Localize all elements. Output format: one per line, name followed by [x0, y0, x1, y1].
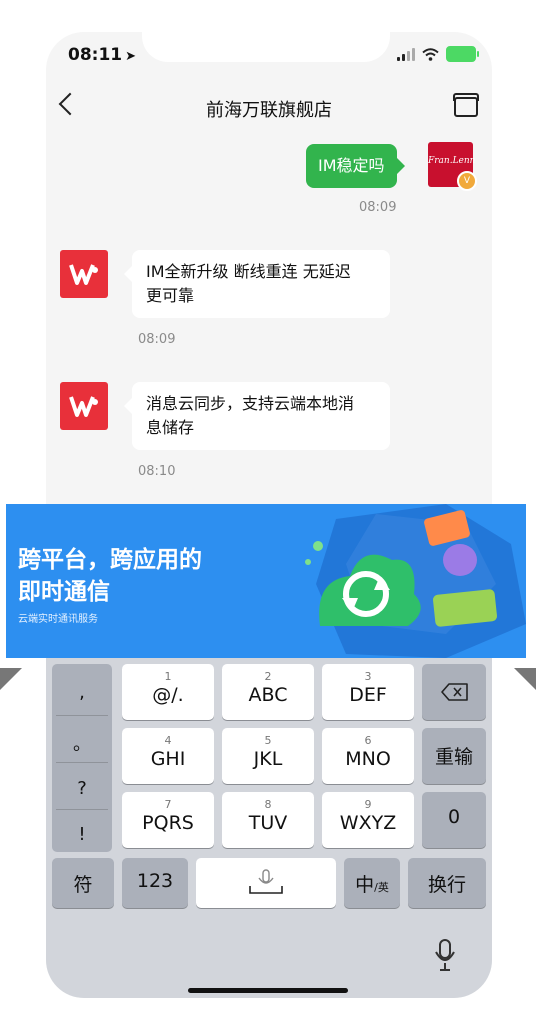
- key-1[interactable]: 1 @/.: [122, 664, 214, 720]
- keyboard: , 。 ? ! 1 @/. 2 ABC 3 DEF 4 GHI 5 JKL 6 MNO 重输…: [46, 658, 492, 998]
- location-arrow-icon: ➤: [125, 49, 137, 64]
- corner-marker: [514, 668, 536, 690]
- received-message-bubble[interactable]: IM全新升级 断线重连 无延迟 更可靠: [124, 250, 390, 318]
- punct-key[interactable]: ,: [52, 682, 112, 703]
- message-time: 08:09: [138, 332, 176, 347]
- banner-title: 跨平台，跨应用的: [18, 547, 202, 573]
- store-logo: Fran.Lenn: [428, 156, 476, 166]
- key-6[interactable]: 6 MNO: [322, 728, 414, 784]
- received-message-bubble[interactable]: 消息云同步，支持云端本地消 息储存: [124, 382, 390, 450]
- language-switch-key[interactable]: 中/英: [344, 858, 400, 908]
- home-indicator[interactable]: [188, 988, 348, 993]
- user-avatar[interactable]: [60, 250, 108, 298]
- message-time: 08:09: [359, 200, 397, 215]
- punct-key[interactable]: ?: [52, 778, 112, 799]
- banner-subtitle: 云端实时通讯服务: [18, 614, 98, 625]
- brand-logo-icon: [69, 396, 98, 417]
- status-icons: [397, 46, 479, 62]
- enter-key[interactable]: 换行: [408, 858, 486, 908]
- notch: [142, 32, 390, 62]
- signal-icon: [397, 47, 415, 61]
- shop-title: 前海万联旗舰店: [206, 100, 332, 121]
- backspace-icon: [441, 683, 468, 701]
- banner-title: 即时通信: [18, 579, 110, 605]
- battery-icon: [446, 46, 479, 62]
- store-avatar[interactable]: Fran.Lenn V: [428, 142, 477, 191]
- message-line: 更可靠: [146, 286, 195, 305]
- key-3[interactable]: 3 DEF: [322, 664, 414, 720]
- corner-marker: [0, 668, 22, 690]
- punct-key[interactable]: !: [52, 824, 112, 845]
- key-9[interactable]: 9 WXYZ: [322, 792, 414, 848]
- key-7[interactable]: 7 PQRS: [122, 792, 214, 848]
- zero-key[interactable]: 0: [422, 792, 486, 848]
- message-line: IM全新升级 断线重连 无延迟: [146, 262, 351, 281]
- verified-badge: V: [457, 171, 477, 191]
- status-time: 08:11 ➤: [68, 45, 137, 65]
- key-4[interactable]: 4 GHI: [122, 728, 214, 784]
- symbols-key[interactable]: 符: [52, 858, 114, 908]
- numbers-key[interactable]: 123: [122, 858, 188, 908]
- punctuation-column[interactable]: , 。 ? !: [52, 664, 112, 852]
- brand-logo-icon: [69, 264, 98, 285]
- promo-banner[interactable]: 跨平台，跨应用的 即时通信 云端实时通讯服务: [6, 504, 526, 658]
- key-8[interactable]: 8 TUV: [222, 792, 314, 848]
- key-5[interactable]: 5 JKL: [222, 728, 314, 784]
- reenter-key[interactable]: 重输: [422, 728, 486, 784]
- key-2[interactable]: 2 ABC: [222, 664, 314, 720]
- message-line: 消息云同步，支持云端本地消: [146, 394, 355, 413]
- microphone-icon[interactable]: [434, 938, 456, 972]
- sent-message-bubble[interactable]: IM稳定吗: [306, 144, 405, 188]
- backspace-key[interactable]: [422, 664, 486, 720]
- microphone-icon: [249, 869, 283, 894]
- message-time: 08:10: [138, 464, 176, 479]
- message-line: 息储存: [146, 418, 195, 437]
- wifi-icon: [422, 47, 439, 61]
- chat-nav-bar: 前海万联旗舰店: [46, 88, 492, 128]
- space-key[interactable]: [196, 858, 336, 908]
- punct-key[interactable]: 。: [52, 730, 112, 756]
- store-icon[interactable]: [453, 93, 479, 117]
- cloud-sync-illustration: [305, 504, 526, 658]
- user-avatar[interactable]: [60, 382, 108, 430]
